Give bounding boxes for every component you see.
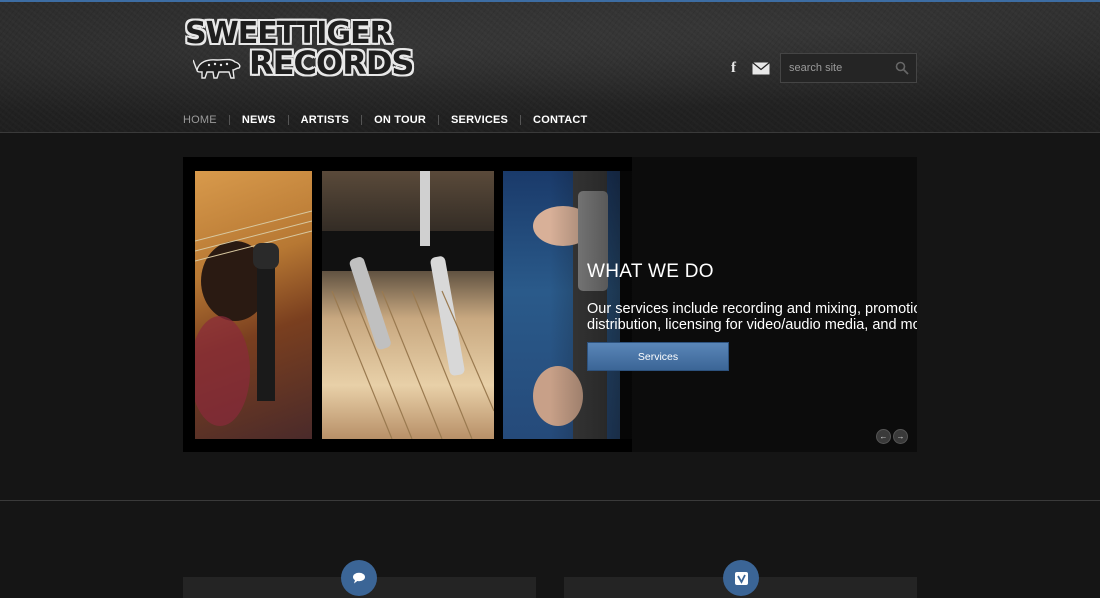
envelope-icon[interactable] <box>752 62 770 75</box>
hero-slider: WHAT WE DO Our services include recordin… <box>183 157 917 452</box>
guitar-microphone-photo <box>195 171 312 439</box>
search-input[interactable] <box>781 54 891 82</box>
main-nav: HOME NEWS ARTISTS ON TOUR SERVICES CONTA… <box>183 114 587 126</box>
nav-separator <box>287 115 289 125</box>
next-arrow-icon[interactable]: → <box>893 429 908 444</box>
slide-description: Our services include recording and mixin… <box>587 301 917 337</box>
tiger-logo-icon <box>193 58 241 79</box>
slide-text-line2: distribution, licensing for video/audio … <box>587 317 917 333</box>
piano-microphones-photo <box>322 171 494 439</box>
nav-item-contact[interactable]: CONTACT <box>533 114 587 126</box>
nav-item-services[interactable]: SERVICES <box>451 114 508 126</box>
nav-separator <box>228 115 230 125</box>
nav-item-home[interactable]: HOME <box>183 114 217 126</box>
section-divider <box>0 500 1100 501</box>
nav-item-on-tour[interactable]: ON TOUR <box>374 114 426 126</box>
prev-arrow-icon[interactable]: ← <box>876 429 891 444</box>
search-icon[interactable] <box>895 61 909 75</box>
search-box <box>780 53 917 83</box>
slide-title: WHAT WE DO <box>587 261 714 282</box>
speech-bubble-icon <box>341 560 377 596</box>
slide-text-line1: Our services include recording and mixin… <box>587 301 917 317</box>
nav-separator <box>520 115 522 125</box>
site-logo[interactable]: SWEETTIGER RECORDS <box>183 16 423 82</box>
logo-text-line2: RECORDS <box>249 44 414 82</box>
facebook-icon[interactable]: f <box>731 60 743 76</box>
nav-separator <box>438 115 440 125</box>
nav-item-artists[interactable]: ARTISTS <box>301 114 349 126</box>
vimeo-icon <box>723 560 759 596</box>
site-header: SWEETTIGER RECORDS f HOME NEWS ARTISTS O… <box>0 0 1100 133</box>
services-button[interactable]: Services <box>587 342 729 371</box>
nav-item-news[interactable]: NEWS <box>242 114 276 126</box>
nav-separator <box>361 115 363 125</box>
